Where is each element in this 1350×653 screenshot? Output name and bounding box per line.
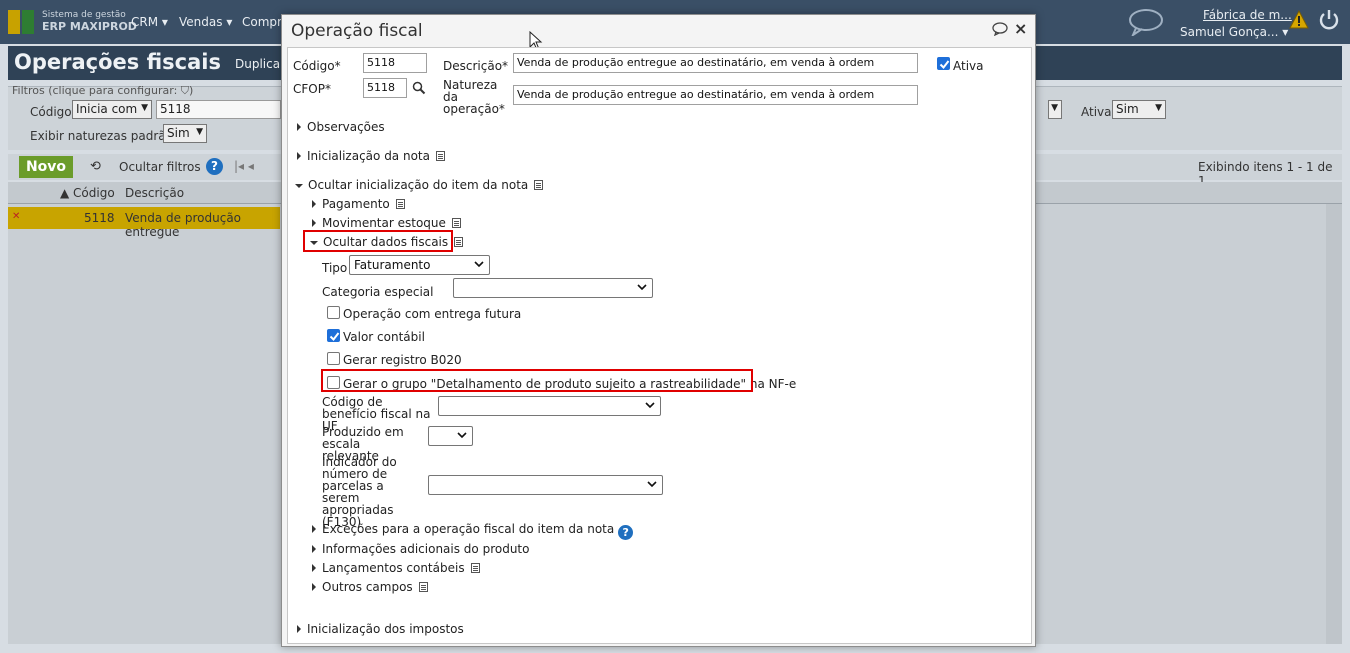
type-label: Tipo	[322, 261, 348, 275]
cfop-field[interactable]: 5118	[363, 78, 407, 98]
section-other-fields[interactable]: Outros campos	[312, 580, 428, 594]
accounting-value-checkbox[interactable]	[327, 329, 340, 342]
nature-label: Natureza da operação*	[443, 78, 505, 116]
power-icon[interactable]	[1318, 9, 1340, 31]
chevron-down-icon	[457, 432, 467, 439]
page-title: Operações fiscais	[14, 50, 221, 74]
dialog-title: Operação fiscal	[291, 21, 423, 41]
filter-code-mode-select[interactable]: Inicia com	[72, 100, 152, 119]
future-delivery-checkbox[interactable]	[327, 306, 340, 319]
row-description: Venda de produção entregue	[125, 211, 242, 239]
active-checkbox[interactable]	[937, 57, 950, 70]
filter-active-label: Ativa	[1081, 105, 1112, 119]
special-category-select[interactable]	[453, 278, 653, 298]
company-link[interactable]: Fábrica de m...	[1203, 8, 1292, 22]
search-icon[interactable]	[412, 81, 426, 95]
row-code: 5118	[84, 211, 115, 225]
installments-select[interactable]	[428, 475, 663, 495]
filter-active-select[interactable]: Sim	[1112, 100, 1166, 119]
accounting-value-label: Valor contábil	[343, 330, 425, 344]
menu-crm[interactable]: CRM ▾	[131, 15, 168, 29]
active-label: Ativa	[953, 59, 984, 73]
fiscal-operation-dialog: Operação fiscal × Código* 5118 CFOP* 511…	[281, 14, 1036, 647]
section-observations[interactable]: Observações	[297, 120, 385, 134]
menu-vendas[interactable]: Vendas ▾	[179, 15, 232, 29]
grid-scrollbar[interactable]	[1326, 204, 1342, 644]
filter-code-input[interactable]: 5118	[156, 100, 281, 119]
chevron-down-icon	[647, 481, 657, 488]
delete-icon[interactable]: ✕	[12, 211, 20, 222]
chevron-down-icon	[645, 402, 655, 409]
note-icon	[534, 180, 544, 190]
filter-hidden-select[interactable]	[1048, 100, 1062, 119]
description-field[interactable]: Venda de produção entregue ao destinatár…	[513, 53, 918, 73]
section-move-stock[interactable]: Movimentar estoque	[312, 216, 461, 230]
description-label: Descrição*	[443, 59, 509, 73]
close-icon[interactable]: ×	[1014, 19, 1027, 38]
new-button[interactable]: Novo	[19, 156, 73, 178]
code-field[interactable]: 5118	[363, 53, 427, 73]
highlight-box	[303, 230, 453, 252]
note-icon	[470, 563, 480, 573]
filter-code-label: Código	[30, 105, 72, 119]
section-accounting[interactable]: Lançamentos contábeis	[312, 561, 480, 575]
warning-icon[interactable]	[1289, 10, 1309, 30]
benefit-code-select[interactable]	[438, 396, 661, 416]
chevron-down-icon	[474, 261, 484, 268]
filter-default-natures-label: Exibir naturezas padrão	[30, 129, 173, 143]
section-exceptions[interactable]: Exceções para a operação fiscal do item …	[312, 522, 634, 540]
maxiprod-logo[interactable]	[8, 10, 36, 34]
help-icon: ?	[618, 525, 634, 540]
dialog-body: Código* 5118 CFOP* 5118 Descrição* Venda…	[287, 47, 1032, 644]
filters-legend[interactable]: Filtros (clique para configurar: ⛉)	[12, 84, 193, 98]
note-icon	[418, 582, 428, 592]
menu-compras[interactable]: Compr	[242, 15, 282, 29]
section-taxes-init[interactable]: Inicialização dos impostos	[297, 622, 464, 636]
code-label: Código*	[293, 59, 341, 73]
column-description[interactable]: Descrição	[125, 186, 184, 200]
nature-field[interactable]: Venda de produção entregue ao destinatár…	[513, 85, 918, 105]
type-select[interactable]: Faturamento	[349, 255, 490, 275]
installments-label: Indicador do número de parcelas a serem …	[322, 455, 397, 529]
help-icon[interactable]: ?	[206, 158, 223, 175]
highlight-box	[321, 369, 753, 392]
note-icon	[454, 237, 464, 247]
relevant-scale-select[interactable]	[428, 426, 473, 446]
duplicate-button[interactable]: Duplicar	[235, 57, 285, 71]
column-code[interactable]: ▲ Código	[60, 186, 115, 200]
hide-filters-button[interactable]: Ocultar filtros	[119, 160, 201, 174]
user-menu[interactable]: Samuel Gonça... ▾	[1180, 25, 1288, 39]
note-icon	[395, 199, 405, 209]
cfop-label: CFOP*	[293, 82, 331, 96]
refresh-icon[interactable]: ⟲	[90, 159, 101, 174]
note-icon	[435, 151, 445, 161]
section-additional-info[interactable]: Informações adicionais do produto	[312, 542, 529, 556]
comment-icon[interactable]	[992, 22, 1008, 36]
future-delivery-label: Operação com entrega futura	[343, 307, 522, 321]
special-category-label: Categoria especial	[322, 285, 434, 299]
logo-text: Sistema de gestão ERP MAXIPROD	[42, 10, 137, 33]
section-payment[interactable]: Pagamento	[312, 197, 405, 211]
chevron-down-icon	[637, 284, 647, 291]
chat-icon[interactable]	[1128, 8, 1164, 36]
b020-checkbox[interactable]	[327, 352, 340, 365]
b020-label: Gerar registro B020	[343, 353, 462, 367]
filter-default-natures-select[interactable]: Sim	[163, 124, 207, 143]
first-page-icon[interactable]: |◂ ◂	[234, 159, 254, 173]
section-note-init[interactable]: Inicialização da nota	[297, 149, 445, 163]
table-row[interactable]: ✕ 5118 Venda de produção entregue	[8, 207, 280, 239]
note-icon	[451, 218, 461, 228]
section-hide-item-init[interactable]: Ocultar inicialização do item da nota	[295, 178, 544, 192]
